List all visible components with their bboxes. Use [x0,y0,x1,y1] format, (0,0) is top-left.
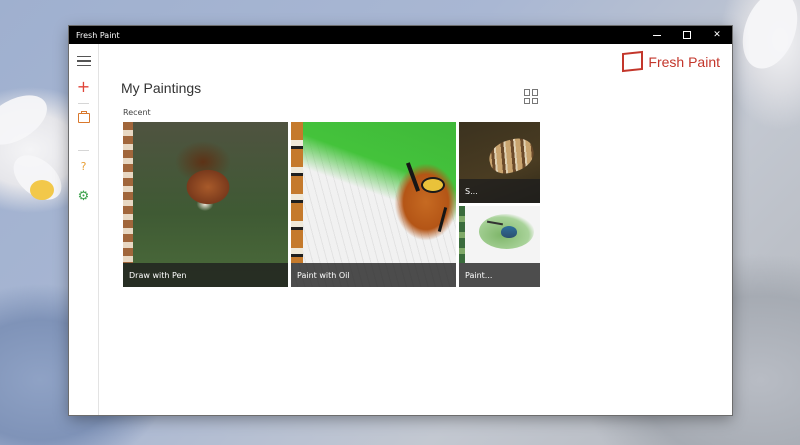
painting-strip [123,122,133,263]
brand-name: Fresh Paint [648,53,720,70]
window-title: Fresh Paint [76,30,120,40]
brand-logo: Fresh Paint [622,50,720,73]
section-label-recent: Recent [123,108,151,117]
background-flower-center [30,180,54,200]
painting-tile-bird[interactable]: Paint... [459,206,540,287]
tiger-stripe [437,207,448,232]
app-window: Fresh Paint ✕ + ? ⚙ Fresh Paint My Paint… [69,26,732,415]
gear-icon[interactable]: ⚙ [69,189,98,204]
shell-image [485,134,538,178]
background-flower-petal [732,0,800,77]
page-title: My Paintings [121,80,202,96]
background-flower-petal [0,85,56,155]
tile-caption: S... [459,179,540,203]
help-icon[interactable]: ? [69,159,98,173]
nav-divider [78,150,89,151]
hamburger-icon[interactable] [69,54,98,68]
tile-caption: Paint... [459,263,540,287]
grid-view-icon[interactable] [524,89,539,104]
close-button[interactable]: ✕ [702,26,732,44]
tiger-stripe [405,162,421,192]
tile-caption: Draw with Pen [123,263,288,287]
painting-tile-paint-with-oil[interactable]: Paint with Oil [291,122,456,287]
plus-icon[interactable]: + [69,79,98,95]
painting-strip [291,122,303,263]
painting-tile-draw-with-pen[interactable]: Draw with Pen [123,122,288,287]
left-nav: + ? ⚙ [69,44,99,415]
nav-divider [78,103,89,104]
minimize-button[interactable] [642,26,672,44]
tiger-eye [421,177,445,193]
tile-caption: Paint with Oil [291,263,456,287]
maximize-button[interactable] [672,26,702,44]
painting-strip [459,206,465,263]
title-bar: Fresh Paint ✕ [69,26,732,44]
painting-tile-shell[interactable]: S... [459,122,540,203]
folder-icon[interactable] [69,111,98,125]
bird-image [501,226,517,238]
fresh-paint-logo-icon [622,50,644,73]
